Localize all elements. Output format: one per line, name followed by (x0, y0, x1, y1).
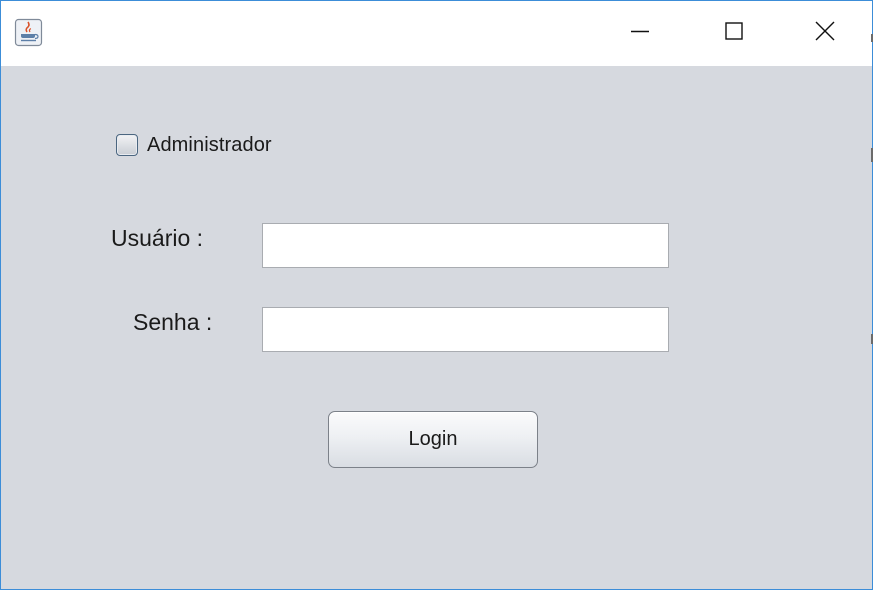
maximize-button[interactable] (692, 1, 776, 66)
username-label: Usuário : (111, 225, 204, 251)
admin-checkbox-row[interactable]: Administrador (116, 132, 272, 158)
minimize-icon (630, 21, 650, 46)
close-icon (814, 20, 836, 47)
minimize-button[interactable] (598, 1, 682, 66)
password-field[interactable] (262, 307, 669, 352)
username-field[interactable] (262, 223, 669, 268)
maximize-icon (724, 21, 744, 46)
form-panel: Administrador Usuário : Senha : Login (1, 66, 872, 589)
title-bar[interactable] (1, 1, 872, 66)
login-window: Administrador Usuário : Senha : Login (0, 0, 873, 590)
login-button[interactable]: Login (328, 411, 538, 468)
close-button[interactable] (783, 1, 867, 66)
admin-checkbox-label[interactable]: Administrador (147, 134, 272, 157)
admin-checkbox[interactable] (116, 134, 138, 156)
password-label: Senha : (133, 309, 213, 335)
java-cup-icon[interactable] (14, 18, 43, 47)
